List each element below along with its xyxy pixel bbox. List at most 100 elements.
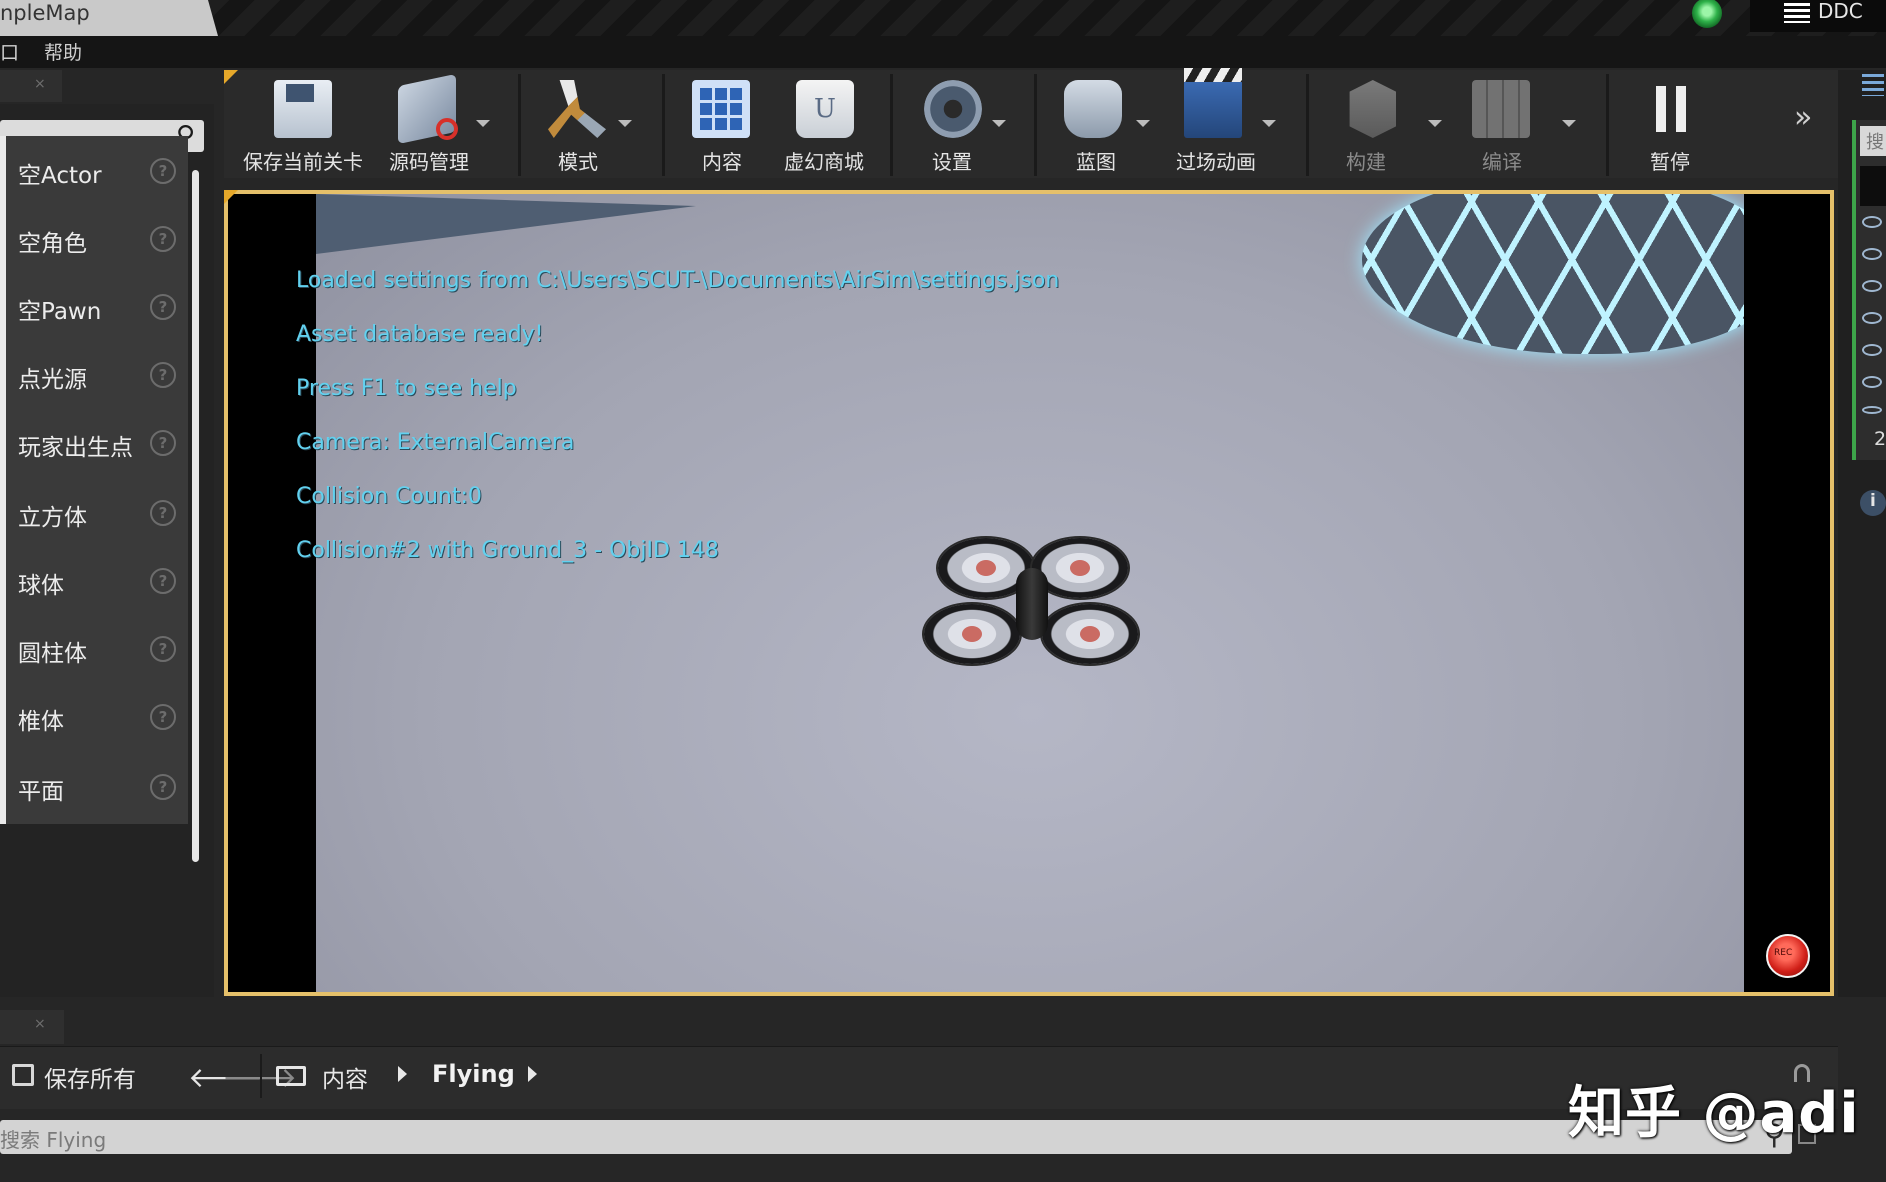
viewport-message: Press F1 to see help bbox=[296, 376, 517, 401]
place-panel-scrollbar[interactable] bbox=[192, 170, 199, 862]
clapperboard-icon[interactable] bbox=[1184, 68, 1242, 138]
cinematics-button[interactable]: 过场动画 bbox=[1166, 146, 1266, 175]
close-icon[interactable]: × bbox=[34, 76, 46, 92]
ddc-icon bbox=[1784, 3, 1810, 23]
viewport-message: Loaded settings from C:\Users\SCUT-\Docu… bbox=[296, 268, 1060, 293]
help-icon[interactable]: ? bbox=[150, 158, 176, 184]
chevron-down-icon[interactable] bbox=[992, 120, 1006, 127]
save-icon[interactable] bbox=[12, 1064, 34, 1086]
content-search-input[interactable] bbox=[0, 1120, 1792, 1154]
place-panel-tab[interactable] bbox=[0, 70, 62, 102]
shadow-wedge bbox=[316, 194, 696, 254]
eye-icon[interactable] bbox=[1862, 344, 1882, 356]
save-level-button[interactable]: 保存当前关卡 bbox=[238, 146, 368, 175]
content-button[interactable]: 内容 bbox=[692, 146, 752, 175]
toolbar-separator bbox=[890, 74, 893, 176]
help-icon[interactable]: ? bbox=[150, 704, 176, 730]
pause-button[interactable]: 暂停 bbox=[1640, 146, 1700, 175]
not-connected-icon bbox=[436, 118, 458, 140]
ddc-label: DDC bbox=[1818, 0, 1863, 23]
eye-icon[interactable] bbox=[1862, 216, 1882, 228]
rotor-rear-left bbox=[924, 604, 1020, 664]
blueprints-button[interactable]: 蓝图 bbox=[1066, 146, 1126, 175]
eye-icon[interactable] bbox=[1862, 312, 1882, 324]
actor-count: 2 bbox=[1874, 428, 1886, 450]
toolbar-separator bbox=[1306, 74, 1309, 176]
compile-icon[interactable] bbox=[1472, 80, 1530, 138]
help-icon[interactable]: ? bbox=[150, 430, 176, 456]
level-tab-title: npleMap bbox=[0, 1, 90, 25]
viewport-message: Camera: ExternalCamera bbox=[296, 430, 575, 455]
save-level-icon[interactable] bbox=[274, 80, 332, 138]
viewport-message: Collision#2 with Ground_3 - ObjID 148 bbox=[296, 538, 719, 563]
build-button[interactable]: 构建 bbox=[1336, 146, 1396, 175]
breadcrumb-content[interactable]: 内容 bbox=[322, 1060, 368, 1094]
content-search-placeholder: 搜索 Flying bbox=[0, 1128, 107, 1152]
close-icon[interactable]: × bbox=[34, 1016, 46, 1032]
chevron-down-icon[interactable] bbox=[618, 120, 632, 127]
info-icon-glyph: i bbox=[1870, 491, 1876, 511]
place-item-label: 平面 bbox=[18, 779, 64, 805]
help-icon[interactable]: ? bbox=[150, 500, 176, 526]
breadcrumb-chevron-icon[interactable] bbox=[398, 1066, 407, 1082]
help-icon[interactable]: ? bbox=[150, 774, 176, 800]
place-item-label: 圆柱体 bbox=[18, 641, 87, 667]
eye-icon[interactable] bbox=[1862, 280, 1882, 292]
toolbar-overflow-button[interactable]: » bbox=[1794, 100, 1812, 135]
chevron-down-icon[interactable] bbox=[1136, 120, 1150, 127]
help-icon[interactable]: ? bbox=[150, 362, 176, 388]
chevron-down-icon[interactable] bbox=[1562, 120, 1576, 127]
chevron-down-icon[interactable] bbox=[1428, 120, 1442, 127]
toolbar-separator bbox=[518, 74, 521, 176]
viewport-message: Asset database ready! bbox=[296, 322, 544, 347]
toolbar-corner-marker bbox=[224, 70, 238, 84]
marketplace-icon[interactable] bbox=[796, 80, 854, 138]
breadcrumb-flying[interactable]: Flying bbox=[432, 1060, 515, 1088]
list-icon[interactable] bbox=[1862, 74, 1884, 96]
rotor-rear-right bbox=[1042, 604, 1138, 664]
toolbar-separator bbox=[1606, 74, 1609, 176]
pause-icon[interactable] bbox=[1656, 86, 1686, 132]
place-item-label: 空Actor bbox=[18, 163, 102, 189]
help-icon[interactable]: ? bbox=[150, 568, 176, 594]
place-item-label: 空角色 bbox=[18, 231, 87, 257]
blueprint-icon[interactable] bbox=[1064, 80, 1122, 138]
place-item-label: 点光源 bbox=[18, 367, 87, 393]
place-item-label: 椎体 bbox=[18, 709, 64, 735]
menu-bar bbox=[0, 36, 1886, 68]
outliner-header bbox=[1860, 166, 1886, 206]
breadcrumb-chevron-icon[interactable] bbox=[528, 1066, 537, 1082]
help-icon[interactable]: ? bbox=[150, 226, 176, 252]
chevron-down-icon[interactable] bbox=[1262, 120, 1276, 127]
content-browser-icon[interactable] bbox=[692, 80, 750, 138]
modes-button[interactable]: 模式 bbox=[548, 146, 608, 175]
menu-item-help[interactable]: 帮助 bbox=[44, 38, 82, 65]
drone-body bbox=[1016, 568, 1048, 640]
help-icon[interactable]: ? bbox=[150, 636, 176, 662]
quadcopter-drone bbox=[924, 538, 1140, 678]
marketplace-button[interactable]: 虚幻商城 bbox=[776, 146, 872, 175]
help-icon[interactable]: ? bbox=[150, 294, 176, 320]
hex-dome bbox=[1362, 194, 1744, 354]
source-control-button[interactable]: 源码管理 bbox=[384, 146, 474, 175]
toolbar-separator bbox=[1034, 74, 1037, 176]
gear-icon[interactable] bbox=[924, 80, 982, 138]
place-item-label: 球体 bbox=[18, 573, 64, 599]
chevron-down-icon[interactable] bbox=[476, 120, 490, 127]
folder-icon[interactable] bbox=[276, 1066, 306, 1086]
save-all-button[interactable]: 保存所有 bbox=[44, 1060, 136, 1094]
toolbar-separator bbox=[662, 74, 665, 176]
eye-icon[interactable] bbox=[1862, 248, 1882, 260]
place-item-label: 玩家出生点 bbox=[18, 435, 133, 461]
title-bar bbox=[0, 0, 1886, 36]
compile-button[interactable]: 编译 bbox=[1472, 146, 1532, 175]
toolbar-separator bbox=[260, 1054, 262, 1098]
eye-icon[interactable] bbox=[1862, 376, 1882, 388]
eye-icon[interactable] bbox=[1862, 406, 1882, 414]
place-item-label: 立方体 bbox=[18, 505, 87, 531]
viewport-message: Collision Count:0 bbox=[296, 484, 482, 509]
content-browser-tab[interactable] bbox=[0, 1010, 64, 1044]
record-label: REC bbox=[1774, 948, 1793, 958]
settings-button[interactable]: 设置 bbox=[922, 146, 982, 175]
menu-item-window[interactable]: 口 bbox=[0, 38, 19, 65]
